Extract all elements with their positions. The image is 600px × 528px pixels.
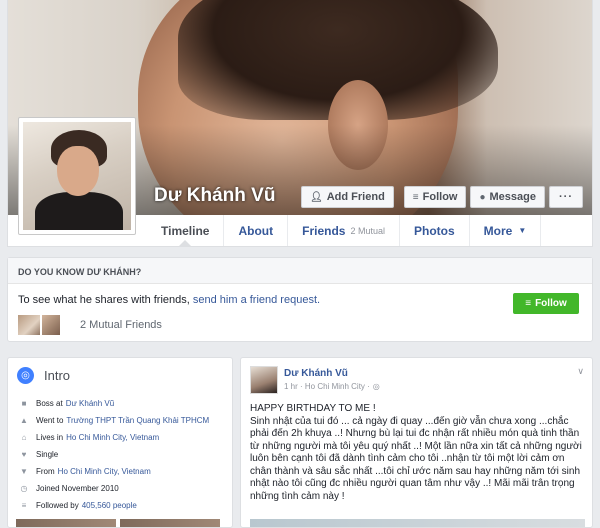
intro-photo-thumbnail[interactable] — [120, 519, 220, 527]
messenger-icon: ● — [479, 191, 486, 203]
add-friend-label: Add Friend — [326, 191, 385, 203]
post-author-name[interactable]: Dư Khánh Vũ — [284, 368, 348, 379]
pin-icon: ▼ — [20, 467, 28, 476]
send-friend-request-link[interactable]: send him a friend request. — [193, 294, 320, 306]
tab-photos[interactable]: Photos — [400, 215, 470, 246]
intro-item-work: ■ Boss at Dư Khánh Vũ — [19, 395, 232, 412]
mutual-friends[interactable]: 2 Mutual Friends — [18, 315, 162, 335]
profile-picture-image — [23, 122, 131, 230]
post-text: HAPPY BIRTHDAY TO ME ! Sinh nhật của tui… — [250, 403, 582, 502]
post-author-avatar[interactable] — [250, 366, 278, 394]
intro-item-joined: ◷ Joined November 2010 — [19, 480, 232, 497]
tab-friends[interactable]: Friends 2 Mutual — [288, 215, 400, 246]
briefcase-icon: ■ — [21, 399, 27, 408]
intro-item-text: Single — [36, 450, 59, 459]
chevron-down-icon[interactable]: ∨ — [577, 366, 584, 377]
intro-item-link[interactable]: Ho Chi Minh City, Vietnam — [66, 433, 159, 442]
tab-friends-count: 2 Mutual — [350, 225, 385, 236]
message-label: Message — [489, 191, 536, 203]
intro-item-link[interactable]: Dư Khánh Vũ — [66, 399, 115, 408]
intro-item-followers: ≡ Followed by 405,560 people — [19, 497, 232, 514]
intro-item-text: From — [36, 467, 55, 476]
more-options-label: ··· — [559, 191, 573, 203]
follow-green-label: Follow — [535, 298, 567, 309]
profile-picture[interactable] — [18, 117, 136, 235]
tab-more-label: More — [483, 223, 513, 238]
tab-about-label: About — [238, 223, 274, 238]
intro-title: Intro — [44, 368, 71, 383]
tab-friends-label: Friends — [302, 223, 346, 238]
add-friend-button[interactable]: 👤︎ Add Friend — [301, 186, 394, 208]
intro-item-education: ▲ Went to Trường THPT Trần Quang Khải TP… — [19, 412, 232, 429]
friend-request-text: To see what he shares with friends, — [18, 294, 190, 306]
do-you-know-heading: DO YOU KNOW DƯ KHÁNH? — [8, 258, 592, 284]
intro-photo-thumbnail[interactable] — [16, 519, 116, 527]
rss-icon: ≡ — [525, 298, 532, 309]
intro-card: ◎ Intro ■ Boss at Dư Khánh Vũ ▲ Went to … — [7, 357, 233, 528]
profile-actions: 👤︎ Add Friend ≡ Follow ● Message ··· — [301, 186, 583, 208]
intro-item-relationship: ♥ Single — [19, 446, 232, 463]
intro-item-text: Lives in — [36, 433, 64, 442]
follow-button[interactable]: ≡ Follow — [403, 186, 467, 208]
intro-item-link[interactable]: Trường THPT Trần Quang Khải TPHCM — [66, 416, 209, 425]
post-card: Dư Khánh Vũ 1 hr · Ho Chi Minh City · ◎ … — [240, 357, 593, 528]
school-icon: ▲ — [20, 416, 28, 425]
heart-icon: ♥ — [21, 450, 27, 459]
intro-header: ◎ Intro — [8, 358, 232, 384]
do-you-know-card: DO YOU KNOW DƯ KHÁNH? To see what he sha… — [7, 257, 593, 342]
follow-label: Follow — [422, 191, 458, 203]
profile-name[interactable]: Dư Khánh Vũ — [154, 185, 275, 207]
intro-item-lives: ⌂ Lives in Ho Chi Minh City, Vietnam — [19, 429, 232, 446]
rss-icon: ≡ — [412, 191, 419, 203]
tab-timeline[interactable]: Timeline — [147, 215, 225, 246]
post-image[interactable] — [250, 519, 585, 527]
post-timestamp[interactable]: 1 hr · Ho Chi Minh City · — [284, 382, 370, 391]
intro-item-text: Joined November 2010 — [36, 484, 119, 493]
mutual-friends-count: 2 Mutual Friends — [80, 319, 162, 331]
intro-item-link[interactable]: 405,560 people — [82, 501, 137, 510]
avatar-body-shape — [35, 192, 123, 230]
mutual-friend-thumbnail — [18, 315, 40, 335]
more-options-button[interactable]: ··· — [549, 186, 583, 208]
profile-tabs: Timeline About Friends 2 Mutual Photos M… — [147, 215, 542, 246]
intro-item-link[interactable]: Ho Chi Minh City, Vietnam — [58, 467, 151, 476]
post-meta: 1 hr · Ho Chi Minh City · ◎ — [284, 382, 380, 391]
follow-green-button[interactable]: ≡ Follow — [513, 293, 579, 314]
intro-item-from: ▼ From Ho Chi Minh City, Vietnam — [19, 463, 232, 480]
tab-timeline-label: Timeline — [161, 223, 210, 238]
tab-more[interactable]: More ▼ — [470, 215, 542, 246]
intro-item-text: Followed by — [36, 501, 79, 510]
avatar-face-shape — [57, 146, 99, 196]
globe-icon: ◎ — [372, 382, 380, 391]
friend-request-prompt: To see what he shares with friends, send… — [18, 294, 320, 306]
intro-item-text: Went to — [36, 416, 64, 425]
globe-icon: ◎ — [17, 367, 34, 384]
tab-about[interactable]: About — [224, 215, 289, 246]
clock-icon: ◷ — [20, 484, 28, 493]
intro-photos — [16, 519, 220, 527]
intro-item-text: Boss at — [36, 399, 63, 408]
rss-icon: ≡ — [21, 501, 27, 510]
add-friend-icon: 👤︎ — [310, 191, 323, 203]
caret-down-icon: ▼ — [518, 226, 527, 235]
tab-photos-label: Photos — [414, 223, 455, 238]
intro-list: ■ Boss at Dư Khánh Vũ ▲ Went to Trường T… — [8, 395, 232, 514]
mutual-friend-thumbnail — [42, 315, 60, 335]
message-button[interactable]: ● Message — [470, 186, 545, 208]
home-icon: ⌂ — [21, 433, 27, 442]
profile-header: Dư Khánh Vũ 👤︎ Add Friend ≡ Follow ● Mes… — [7, 0, 593, 247]
